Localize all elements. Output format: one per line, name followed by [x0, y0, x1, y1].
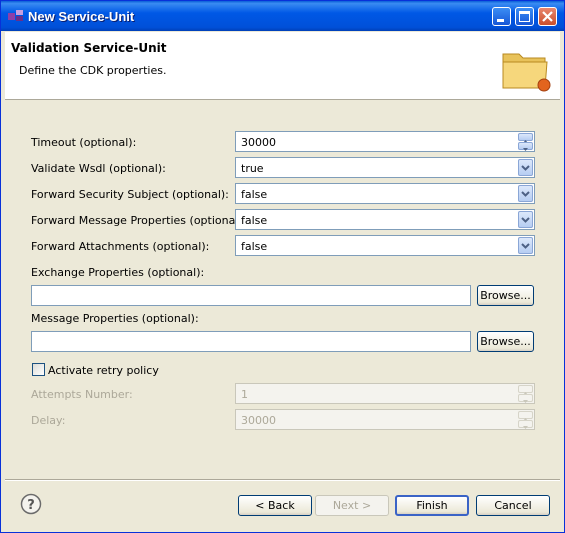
- folder-icon: [502, 53, 551, 92]
- forward-security-subject-label: Forward Security Subject (optional):: [31, 188, 229, 201]
- close-button[interactable]: [538, 7, 557, 26]
- forward-message-properties-label: Forward Message Properties (optional):: [31, 214, 247, 227]
- svg-text:?: ?: [27, 498, 35, 513]
- timeout-value: 30000: [241, 136, 276, 149]
- minimize-icon: [497, 19, 504, 22]
- chevron-down-icon: [521, 243, 530, 249]
- activate-retry-label[interactable]: Activate retry policy: [48, 364, 159, 377]
- spin-down-button[interactable]: [518, 420, 533, 429]
- window-title: New Service-Unit: [28, 9, 135, 24]
- finish-button[interactable]: Finish: [395, 495, 469, 516]
- validate-wsdl-select[interactable]: true: [235, 157, 535, 178]
- page-description: Define the CDK properties.: [19, 64, 167, 77]
- timeout-spinner[interactable]: 30000: [235, 131, 535, 152]
- next-button[interactable]: Next >: [315, 495, 389, 516]
- page-title: Validation Service-Unit: [11, 41, 167, 55]
- maximize-button[interactable]: [515, 7, 534, 26]
- delay-spinner[interactable]: 30000: [235, 409, 535, 430]
- footer-separator: [5, 479, 560, 481]
- chevron-down-icon: [521, 191, 530, 197]
- forward-attachments-value: false: [241, 240, 268, 253]
- close-icon: [542, 11, 553, 22]
- forward-attachments-label: Forward Attachments (optional):: [31, 240, 210, 253]
- app-icon: [8, 10, 23, 21]
- spin-down-button[interactable]: [518, 142, 533, 151]
- chevron-down-icon: [521, 217, 530, 223]
- arrow-down-icon: [523, 426, 528, 429]
- spin-down-button[interactable]: [518, 394, 533, 403]
- dropdown-button[interactable]: [518, 237, 533, 254]
- attempts-number-value: 1: [241, 388, 248, 401]
- wizard-header: Validation Service-Unit Define the CDK p…: [5, 32, 560, 100]
- spin-up-button[interactable]: [518, 411, 533, 421]
- message-properties-label: Message Properties (optional):: [31, 312, 199, 325]
- dropdown-button[interactable]: [518, 185, 533, 202]
- attempts-number-label: Attempts Number:: [31, 388, 133, 401]
- arrow-down-icon: [523, 400, 528, 403]
- minimize-button[interactable]: [492, 7, 511, 26]
- spin-up-button[interactable]: [518, 133, 533, 143]
- dropdown-button[interactable]: [518, 211, 533, 228]
- attempts-number-spinner[interactable]: 1: [235, 383, 535, 404]
- arrow-down-icon: [523, 148, 528, 151]
- exchange-properties-input[interactable]: [31, 285, 471, 306]
- forward-security-subject-select[interactable]: false: [235, 183, 535, 204]
- exchange-properties-browse-button[interactable]: Browse...: [477, 285, 534, 306]
- back-button[interactable]: < Back: [238, 495, 312, 516]
- forward-message-properties-value: false: [241, 214, 268, 227]
- title-bar[interactable]: New Service-Unit: [1, 1, 564, 31]
- maximize-icon: [519, 11, 530, 22]
- validate-wsdl-value: true: [241, 162, 264, 175]
- chevron-down-icon: [521, 165, 530, 171]
- message-properties-browse-button[interactable]: Browse...: [477, 331, 534, 352]
- activate-retry-checkbox[interactable]: [32, 363, 45, 376]
- forward-security-subject-value: false: [241, 188, 268, 201]
- exchange-properties-label: Exchange Properties (optional):: [31, 266, 205, 279]
- new-service-unit-dialog: New Service-Unit Validation Service-Unit…: [0, 0, 565, 533]
- validate-wsdl-label: Validate Wsdl (optional):: [31, 162, 166, 175]
- timeout-label: Timeout (optional):: [31, 136, 137, 149]
- forward-message-properties-select[interactable]: false: [235, 209, 535, 230]
- dropdown-button[interactable]: [518, 159, 533, 176]
- spin-up-button[interactable]: [518, 385, 533, 395]
- message-properties-input[interactable]: [31, 331, 471, 352]
- delay-value: 30000: [241, 414, 276, 427]
- delay-label: Delay:: [31, 414, 66, 427]
- cancel-button[interactable]: Cancel: [476, 495, 550, 516]
- help-icon[interactable]: ?: [20, 493, 42, 515]
- forward-attachments-select[interactable]: false: [235, 235, 535, 256]
